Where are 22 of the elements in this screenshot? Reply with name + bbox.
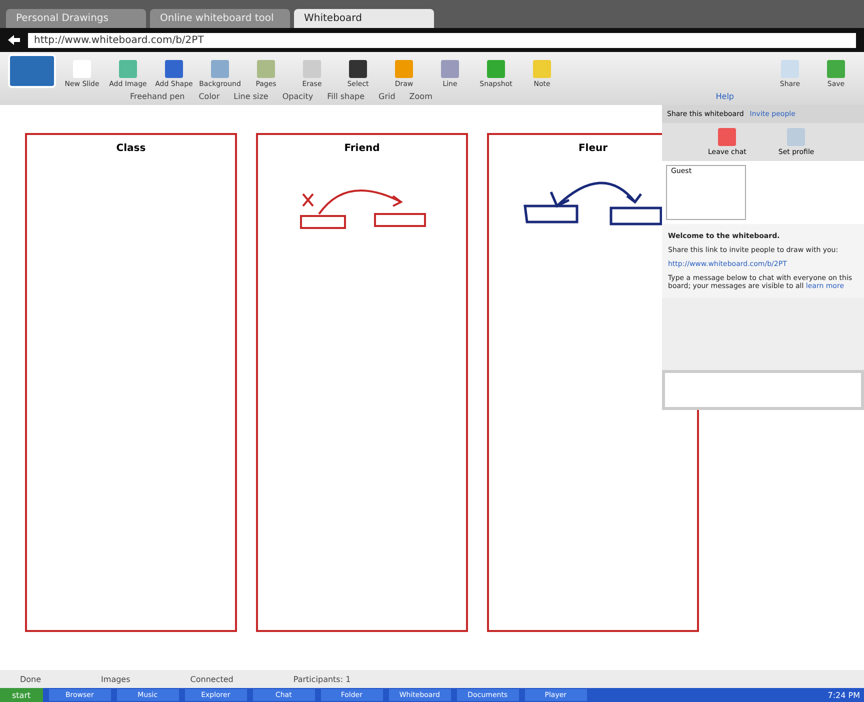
status-text: Images [101,674,130,684]
logo-icon [8,54,56,88]
address-field[interactable]: http://www.whiteboard.com/b/2PT [28,32,856,48]
option-label: Line size [234,92,268,101]
option-label: Grid [378,92,396,101]
column-title: Fleur [578,143,608,154]
browser-tab[interactable]: Whiteboard [294,9,434,28]
back-icon[interactable] [8,35,20,45]
option-label: Fill shape [327,92,364,101]
option-label: Color [198,92,220,101]
option-label: Freehand pen [130,92,185,101]
status-text: Connected [190,674,234,684]
option-label: Zoom [409,92,432,101]
clock-text: 7:24 PM [828,690,861,700]
status-text: Participants: 1 [293,674,351,684]
status-text: Done [20,674,42,684]
start-button[interactable]: start [0,688,43,702]
option-label: Opacity [282,92,314,101]
help-link[interactable]: Help [716,92,734,101]
column-title: Class [116,143,146,154]
chat-input[interactable] [662,370,864,410]
column-title: Friend [344,143,380,154]
